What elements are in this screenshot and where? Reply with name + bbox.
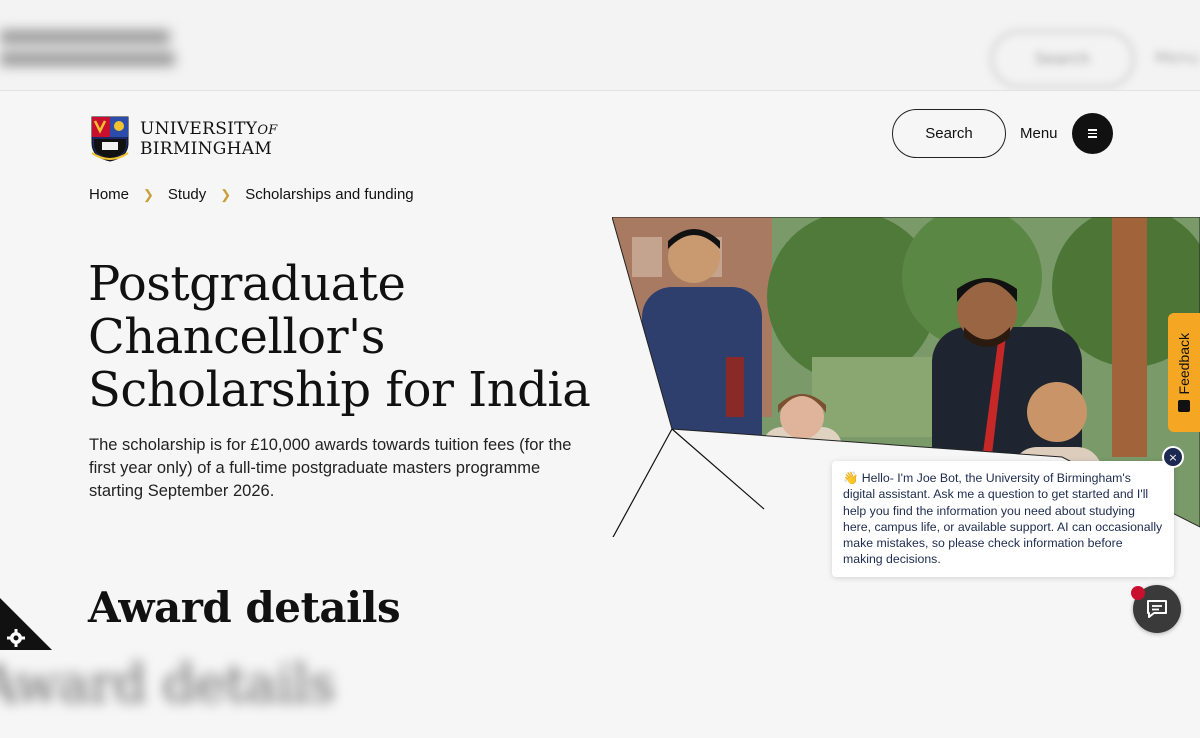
award-details-heading: Award details (88, 583, 401, 632)
logo-line1: UNIVERSITY (140, 118, 258, 139)
crest-icon (91, 116, 129, 162)
cookie-settings-button[interactable] (0, 598, 52, 650)
feedback-label: Feedback (1176, 332, 1192, 395)
feedback-icon (1178, 400, 1190, 413)
hero-description: The scholarship is for £10,000 awards to… (89, 436, 572, 500)
logo-of: OF (257, 122, 278, 138)
chevron-right-icon: ❯ (220, 186, 232, 202)
hamburger-icon-line (1088, 132, 1097, 135)
chat-icon (1147, 600, 1167, 618)
blurred-award-heading: Award details (0, 655, 335, 715)
notification-dot (1131, 586, 1145, 600)
blurred-search-button: Search (990, 30, 1135, 88)
blurred-header-strip: Search Menu (0, 0, 1200, 91)
chat-close-button[interactable]: × (1162, 446, 1184, 468)
logo-line2: BIRMINGHAM (140, 138, 273, 159)
page-title: Postgraduate Chancellor's Scholarship fo… (88, 256, 591, 418)
breadcrumb-scholarships[interactable]: Scholarships and funding (245, 186, 413, 203)
feedback-tab[interactable]: Feedback (1168, 313, 1200, 432)
chatbot-message: 👋 Hello- I'm Joe Bot, the University of … (832, 461, 1174, 577)
logo-wordmark: UNIVERSITYOF BIRMINGHAM (140, 118, 278, 159)
blurred-menu-label: Menu (1155, 48, 1199, 67)
blurred-logo (0, 30, 180, 80)
menu-label[interactable]: Menu (1020, 125, 1058, 142)
chevron-right-icon: ❯ (143, 186, 154, 202)
breadcrumb-home[interactable]: Home (89, 186, 129, 203)
hamburger-icon (1088, 129, 1097, 131)
search-button[interactable]: Search (892, 109, 1006, 158)
breadcrumb: Home ❯ Study ❯ Scholarships and funding (89, 186, 414, 203)
university-logo[interactable]: UNIVERSITYOF BIRMINGHAM (90, 115, 278, 163)
hamburger-icon-line (1088, 136, 1097, 138)
breadcrumb-study[interactable]: Study (168, 186, 206, 203)
menu-button[interactable] (1072, 113, 1113, 154)
